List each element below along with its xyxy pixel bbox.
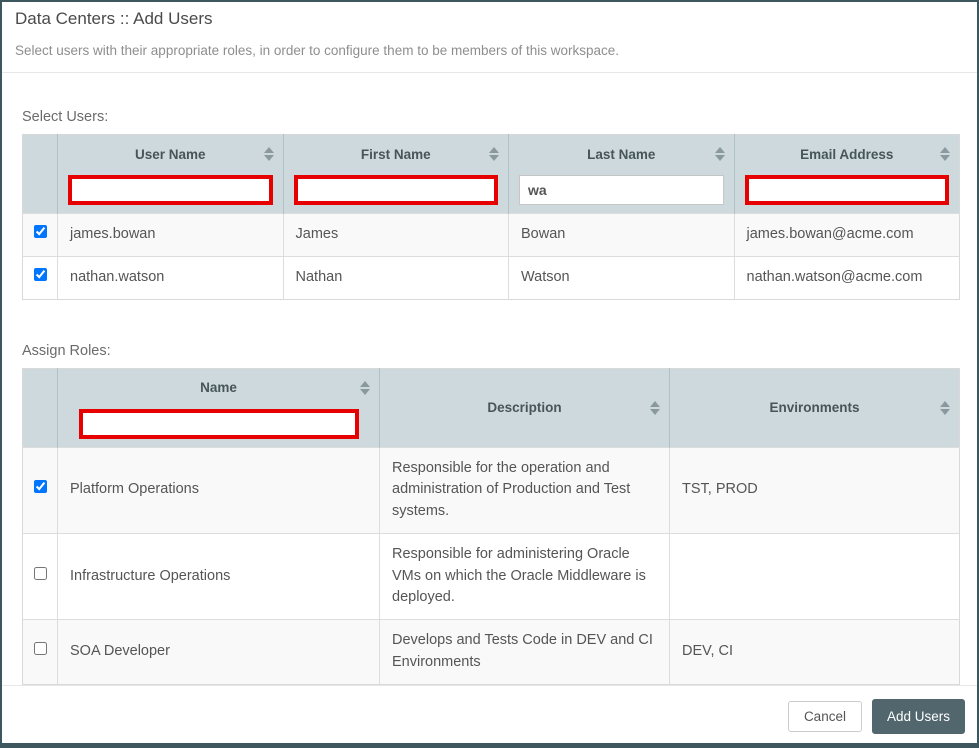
lastname-filter-input[interactable] xyxy=(519,175,724,205)
role-name-cell: Platform Operations xyxy=(58,447,380,533)
email-filter-input[interactable] xyxy=(745,175,950,205)
user-name-cell: nathan.watson xyxy=(58,256,284,299)
role-row-checkbox[interactable] xyxy=(34,567,47,580)
sort-icon[interactable] xyxy=(360,381,370,395)
users-select-column-header xyxy=(23,135,58,214)
roles-select-column-header xyxy=(23,368,58,447)
user-row-checkbox[interactable] xyxy=(34,225,47,238)
role-name-cell: SOA Developer xyxy=(58,620,380,685)
user-name-cell: james.bowan xyxy=(58,214,284,257)
first-name-cell: Nathan xyxy=(283,256,509,299)
user-row: nathan.watson Nathan Watson nathan.watso… xyxy=(23,256,960,299)
role-environments-cell: DEV, CI xyxy=(670,620,960,685)
assign-roles-label: Assign Roles: xyxy=(22,343,957,359)
roles-name-column-header[interactable]: Name xyxy=(58,368,380,447)
sort-icon[interactable] xyxy=(264,147,274,161)
role-environments-cell: TST, PROD xyxy=(670,447,960,533)
email-cell: james.bowan@acme.com xyxy=(734,214,960,257)
last-name-cell: Watson xyxy=(509,256,735,299)
users-username-column-header[interactable]: User Name xyxy=(58,135,284,214)
username-header-label[interactable]: User Name xyxy=(135,147,206,162)
role-name-cell: Infrastructure Operations xyxy=(58,533,380,619)
roles-table: Name Description xyxy=(22,368,960,685)
add-users-dialog: Data Centers :: Add Users Select users w… xyxy=(0,0,979,748)
role-description-cell: Responsible for the operation and admini… xyxy=(380,447,670,533)
first-name-cell: James xyxy=(283,214,509,257)
dialog-subtitle: Select users with their appropriate role… xyxy=(15,43,964,58)
role-row: Platform Operations Responsible for the … xyxy=(23,447,960,533)
add-users-button[interactable]: Add Users xyxy=(872,699,965,734)
email-header-label[interactable]: Email Address xyxy=(800,147,893,162)
roles-description-column-header[interactable]: Description xyxy=(380,368,670,447)
users-email-column-header[interactable]: Email Address xyxy=(734,135,960,214)
role-row-checkbox[interactable] xyxy=(34,642,47,655)
dialog-footer: Cancel Add Users xyxy=(2,685,977,748)
sort-icon[interactable] xyxy=(715,147,725,161)
users-lastname-column-header[interactable]: Last Name xyxy=(509,135,735,214)
role-name-filter-input[interactable] xyxy=(79,409,359,439)
users-firstname-column-header[interactable]: First Name xyxy=(283,135,509,214)
role-row-checkbox[interactable] xyxy=(34,480,47,493)
dialog-title: Data Centers :: Add Users xyxy=(15,9,964,29)
sort-icon[interactable] xyxy=(940,401,950,415)
sort-icon[interactable] xyxy=(940,147,950,161)
firstname-filter-input[interactable] xyxy=(294,175,499,205)
role-description-cell: Develops and Tests Code in DEV and CI En… xyxy=(380,620,670,685)
user-row: james.bowan James Bowan james.bowan@acme… xyxy=(23,214,960,257)
cancel-button[interactable]: Cancel xyxy=(788,701,862,732)
sort-icon[interactable] xyxy=(489,147,499,161)
role-name-header-label[interactable]: Name xyxy=(200,380,237,395)
select-users-label: Select Users: xyxy=(22,109,957,125)
role-description-cell: Responsible for administering Oracle VMs… xyxy=(380,533,670,619)
sort-icon[interactable] xyxy=(650,401,660,415)
last-name-cell: Bowan xyxy=(509,214,735,257)
dialog-body: Select Users: User Name xyxy=(2,73,977,685)
users-table: User Name First Name xyxy=(22,134,960,300)
role-environments-cell xyxy=(670,533,960,619)
lastname-header-label[interactable]: Last Name xyxy=(587,147,655,162)
dialog-header: Data Centers :: Add Users Select users w… xyxy=(2,2,977,73)
email-cell: nathan.watson@acme.com xyxy=(734,256,960,299)
role-row: Infrastructure Operations Responsible fo… xyxy=(23,533,960,619)
user-row-checkbox[interactable] xyxy=(34,268,47,281)
description-header-label[interactable]: Description xyxy=(487,400,561,415)
role-row: SOA Developer Develops and Tests Code in… xyxy=(23,620,960,685)
roles-environments-column-header[interactable]: Environments xyxy=(670,368,960,447)
username-filter-input[interactable] xyxy=(68,175,273,205)
firstname-header-label[interactable]: First Name xyxy=(361,147,431,162)
environments-header-label[interactable]: Environments xyxy=(769,400,859,415)
